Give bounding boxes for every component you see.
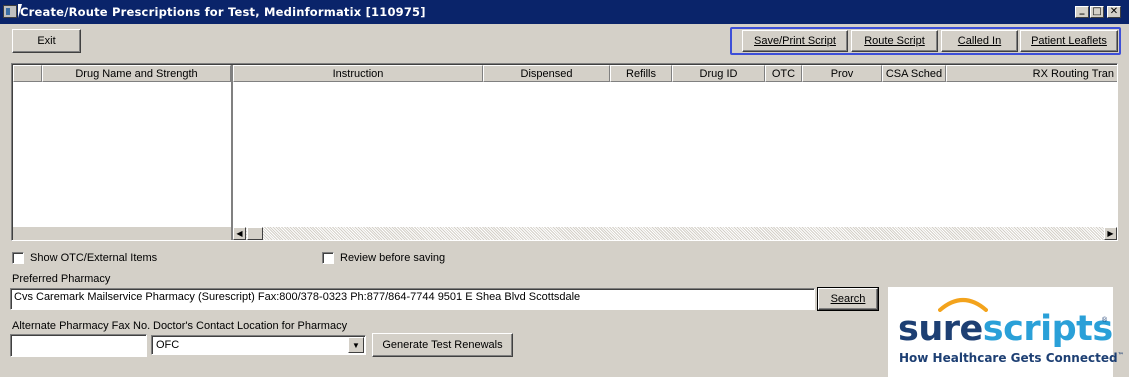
scroll-thumb[interactable] xyxy=(247,227,263,240)
grid-header-drug-id[interactable]: Drug ID xyxy=(672,65,765,82)
grid-header-refills[interactable]: Refills xyxy=(610,65,672,82)
preferred-pharmacy-field[interactable]: Cvs Caremark Mailservice Pharmacy (Sures… xyxy=(10,288,815,310)
logo-tagline-text: How Healthcare Gets Connected xyxy=(899,351,1118,365)
prescription-grid[interactable]: Drug Name and Strength Instruction Dispe… xyxy=(11,63,1118,241)
review-before-saving-checkbox[interactable] xyxy=(322,252,334,264)
surescripts-logo: surescripts ® How Healthcare Gets Connec… xyxy=(888,287,1124,377)
minimize-button[interactable]: _ xyxy=(1075,4,1089,18)
contact-location-value: OFC xyxy=(156,339,180,351)
save-print-script-label: Save/Print Script xyxy=(754,35,836,47)
grid-header-otc[interactable]: OTC xyxy=(765,65,802,82)
frozen-column-splitter[interactable] xyxy=(231,65,233,240)
title-bar[interactable]: Create/Route Prescriptions for Test, Med… xyxy=(0,0,1129,24)
contact-location-label: Doctor's Contact Location for Pharmacy xyxy=(153,320,348,332)
logo-tm-mark: ™ xyxy=(1117,352,1124,359)
logo-tagline: How Healthcare Gets Connected™ xyxy=(899,351,1124,365)
logo-registered-mark: ® xyxy=(1102,317,1108,324)
search-button-label: Search xyxy=(830,293,866,305)
app-icon[interactable] xyxy=(3,5,17,18)
show-otc-checkbox[interactable] xyxy=(12,252,24,264)
alternate-fax-field[interactable] xyxy=(10,334,147,357)
close-button[interactable]: ✕ xyxy=(1107,6,1121,18)
patient-leaflets-button[interactable]: Patient Leaflets xyxy=(1020,30,1118,52)
grid-header-rx-routing[interactable]: RX Routing Tran xyxy=(946,65,1117,82)
route-script-label: Route Script xyxy=(864,35,925,47)
scroll-right-icon[interactable]: ▶ xyxy=(1104,227,1117,240)
exit-button[interactable]: Exit xyxy=(12,29,81,53)
scroll-left-icon[interactable]: ◀ xyxy=(233,227,246,240)
maximize-button[interactable]: □ xyxy=(1090,6,1104,18)
show-otc-label: Show OTC/External Items xyxy=(30,252,158,264)
grid-header-instruction[interactable]: Instruction xyxy=(233,65,483,82)
logo-word-sure: sure xyxy=(898,309,983,349)
grid-header-dispensed[interactable]: Dispensed xyxy=(483,65,610,82)
chevron-down-icon[interactable]: ▼ xyxy=(348,337,364,353)
grid-header-drug-name[interactable]: Drug Name and Strength xyxy=(42,65,231,82)
called-in-button[interactable]: Called In xyxy=(941,30,1018,52)
contact-location-select[interactable]: OFC ▼ xyxy=(151,335,366,355)
logo-wordmark: surescripts xyxy=(898,309,1113,349)
preferred-pharmacy-label: Preferred Pharmacy xyxy=(12,273,111,285)
grid-header-select[interactable] xyxy=(13,65,42,82)
frozen-area-bottom xyxy=(13,227,231,240)
save-print-script-button[interactable]: Save/Print Script xyxy=(742,30,848,52)
alternate-fax-label: Alternate Pharmacy Fax No. xyxy=(12,320,151,332)
review-before-saving-label: Review before saving xyxy=(340,252,446,264)
generate-test-renewals-button[interactable]: Generate Test Renewals xyxy=(372,333,513,357)
logo-word-scripts: scripts xyxy=(982,309,1113,349)
close-icon: ✕ xyxy=(1109,6,1119,17)
maximize-icon: □ xyxy=(1092,6,1102,17)
show-otc-option[interactable]: Show OTC/External Items xyxy=(12,252,157,264)
review-before-saving-option[interactable]: Review before saving xyxy=(322,252,445,264)
minimize-icon: _ xyxy=(1079,4,1085,15)
grid-header-csa-sched[interactable]: CSA Sched xyxy=(882,65,946,82)
exit-button-label: Exit xyxy=(37,35,56,47)
patient-leaflets-label: Patient Leaflets xyxy=(1031,35,1107,47)
route-script-button[interactable]: Route Script xyxy=(851,30,938,52)
grid-header-prov[interactable]: Prov xyxy=(802,65,882,82)
search-button[interactable]: Search xyxy=(817,287,879,311)
generate-test-renewals-label: Generate Test Renewals xyxy=(382,339,503,351)
mouse-cursor-icon xyxy=(18,4,26,18)
called-in-label: Called In xyxy=(957,35,1002,47)
window-title: Create/Route Prescriptions for Test, Med… xyxy=(20,5,426,19)
horizontal-scrollbar[interactable]: ◀ ▶ xyxy=(233,227,1117,240)
prescription-window: Create/Route Prescriptions for Test, Med… xyxy=(0,0,1129,377)
